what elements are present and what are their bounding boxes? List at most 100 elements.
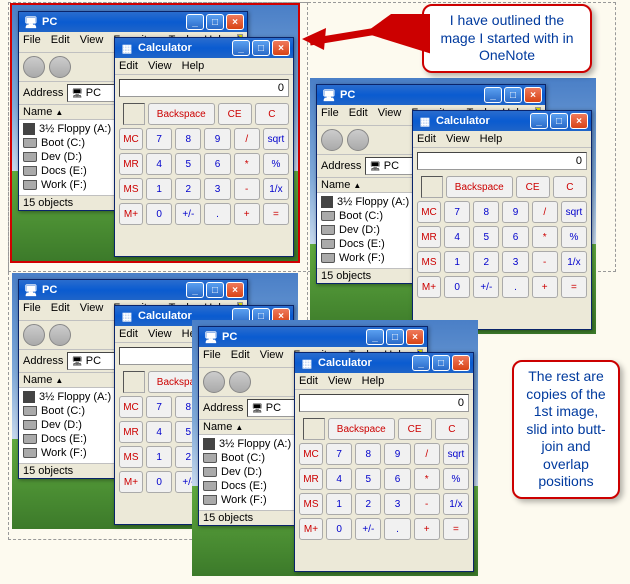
calc-key[interactable]: 6	[502, 226, 528, 248]
calc-key[interactable]: 2	[473, 251, 499, 273]
mr-button[interactable]: MR	[119, 153, 143, 175]
menu-view[interactable]: View	[148, 60, 172, 72]
maximize-button[interactable]: □	[504, 87, 522, 103]
menu-view[interactable]: View	[148, 328, 172, 340]
minimize-button[interactable]: _	[530, 113, 548, 129]
close-button[interactable]: ×	[272, 40, 290, 56]
close-button[interactable]: ×	[452, 355, 470, 371]
ms-button[interactable]: MS	[417, 251, 441, 273]
calc-key[interactable]: /	[414, 443, 440, 465]
calc-key[interactable]: 0	[444, 276, 470, 298]
mc-button[interactable]: MC	[119, 128, 143, 150]
calc-key[interactable]: 5	[175, 153, 201, 175]
calc-key[interactable]: 1	[326, 493, 352, 515]
calc-key[interactable]: 1/x	[561, 251, 587, 273]
mplus-button[interactable]: M+	[299, 518, 323, 540]
menu-file[interactable]: File	[23, 34, 41, 50]
close-button[interactable]: ×	[226, 14, 244, 30]
calc-key[interactable]: *	[234, 153, 260, 175]
menu-view[interactable]: View	[80, 34, 104, 50]
calc-key[interactable]: 7	[146, 396, 172, 418]
close-button[interactable]: ×	[406, 329, 424, 345]
maximize-button[interactable]: □	[432, 355, 450, 371]
calc-key[interactable]: .	[502, 276, 528, 298]
minimize-button[interactable]: _	[186, 282, 204, 298]
menu-edit[interactable]: Edit	[417, 133, 436, 145]
calc-key[interactable]: 3	[384, 493, 410, 515]
calc-key[interactable]: =	[561, 276, 587, 298]
close-button[interactable]: ×	[570, 113, 588, 129]
maximize-button[interactable]: □	[206, 282, 224, 298]
calc-key[interactable]: 9	[204, 128, 230, 150]
forward-button[interactable]	[347, 129, 369, 151]
menu-edit[interactable]: Edit	[349, 107, 368, 123]
calc-key[interactable]: 2	[175, 178, 201, 200]
back-button[interactable]	[23, 56, 45, 78]
calc-key[interactable]: +/-	[473, 276, 499, 298]
close-button[interactable]: ×	[226, 282, 244, 298]
calc-key[interactable]: 7	[146, 128, 172, 150]
menu-help[interactable]: Help	[182, 60, 205, 72]
mplus-button[interactable]: M+	[417, 276, 441, 298]
ce-button[interactable]: CE	[218, 103, 252, 125]
calc-key[interactable]: %	[443, 468, 469, 490]
calc-key[interactable]: 1	[146, 446, 172, 468]
calc-titlebar[interactable]: ▦ Calculator _ □ ×	[413, 111, 591, 131]
back-button[interactable]	[203, 371, 225, 393]
calc-key[interactable]: 7	[326, 443, 352, 465]
menu-view[interactable]: View	[378, 107, 402, 123]
pc-titlebar[interactable]: 🖥 PC _ □ ×	[317, 85, 545, 105]
calc-key[interactable]: *	[532, 226, 558, 248]
calc-key[interactable]: 9	[502, 201, 528, 223]
menu-help[interactable]: Help	[480, 133, 503, 145]
forward-button[interactable]	[229, 371, 251, 393]
calc-titlebar[interactable]: ▦ Calculator _ □ ×	[115, 38, 293, 58]
calc-key[interactable]: +	[532, 276, 558, 298]
calc-key[interactable]: .	[384, 518, 410, 540]
calc-key[interactable]: .	[204, 203, 230, 225]
calc-key[interactable]: 0	[146, 471, 172, 493]
calc-key[interactable]: =	[443, 518, 469, 540]
minimize-button[interactable]: _	[186, 14, 204, 30]
c-button[interactable]: C	[255, 103, 289, 125]
calc-key[interactable]: /	[532, 201, 558, 223]
backspace-button[interactable]: Backspace	[328, 418, 395, 440]
minimize-button[interactable]: _	[412, 355, 430, 371]
calc-key[interactable]: 1/x	[263, 178, 289, 200]
mr-button[interactable]: MR	[119, 421, 143, 443]
menu-edit[interactable]: Edit	[51, 34, 70, 50]
ms-button[interactable]: MS	[119, 446, 143, 468]
calc-key[interactable]: 4	[146, 421, 172, 443]
maximize-button[interactable]: □	[206, 14, 224, 30]
calc-key[interactable]: +/-	[175, 203, 201, 225]
minimize-button[interactable]: _	[484, 87, 502, 103]
menu-view[interactable]: View	[260, 349, 284, 365]
minimize-button[interactable]: _	[366, 329, 384, 345]
mc-button[interactable]: MC	[417, 201, 441, 223]
calc-key[interactable]: %	[561, 226, 587, 248]
calc-key[interactable]: 3	[502, 251, 528, 273]
calc-key[interactable]: 6	[204, 153, 230, 175]
mc-button[interactable]: MC	[299, 443, 323, 465]
calc-key[interactable]: 9	[384, 443, 410, 465]
mplus-button[interactable]: M+	[119, 471, 143, 493]
minimize-button[interactable]: _	[232, 40, 250, 56]
calc-key[interactable]: 2	[355, 493, 381, 515]
menu-file[interactable]: File	[23, 302, 41, 318]
calc-key[interactable]: sqrt	[443, 443, 469, 465]
calc-key[interactable]: 4	[444, 226, 470, 248]
backspace-button[interactable]: Backspace	[148, 103, 215, 125]
menu-edit[interactable]: Edit	[299, 375, 318, 387]
calc-key[interactable]: 0	[326, 518, 352, 540]
calc-key[interactable]: +	[414, 518, 440, 540]
mc-button[interactable]: MC	[119, 396, 143, 418]
calc-key[interactable]: 3	[204, 178, 230, 200]
calc-key[interactable]: sqrt	[561, 201, 587, 223]
ms-button[interactable]: MS	[119, 178, 143, 200]
menu-edit[interactable]: Edit	[119, 60, 138, 72]
calc-key[interactable]: 4	[326, 468, 352, 490]
menu-help[interactable]: Help	[362, 375, 385, 387]
menu-edit[interactable]: Edit	[51, 302, 70, 318]
calc-key[interactable]: 7	[444, 201, 470, 223]
calc-key[interactable]: +	[234, 203, 260, 225]
